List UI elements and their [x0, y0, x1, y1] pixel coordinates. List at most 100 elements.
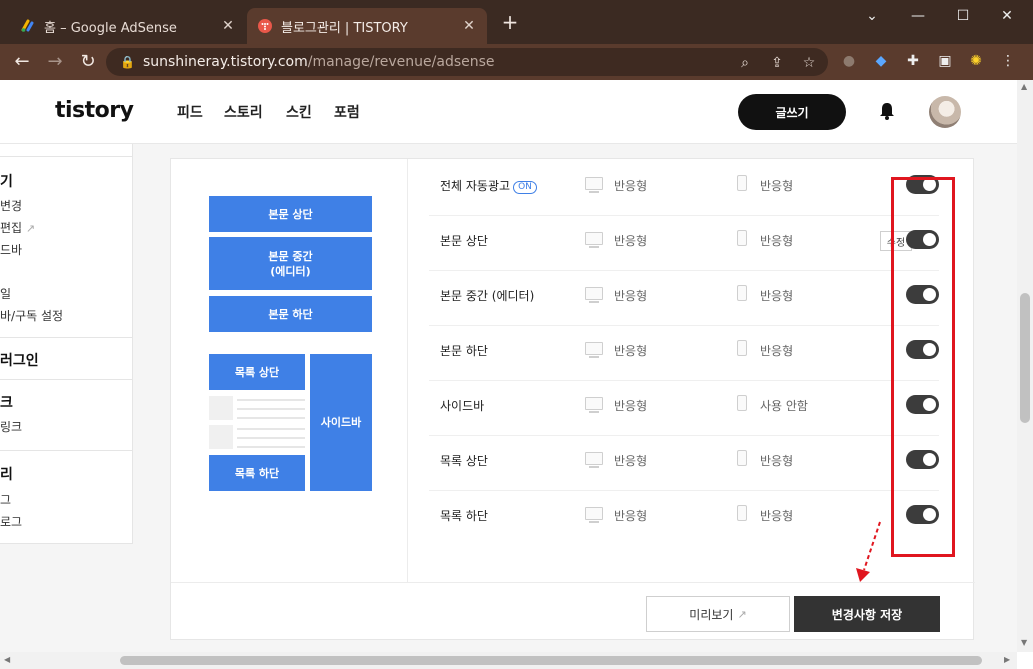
nav-feed[interactable]: 피드 [177, 102, 203, 122]
minimize-icon[interactable]: ⌄ [862, 6, 882, 26]
tistory-icon [258, 19, 272, 33]
placeholder-line [237, 417, 305, 419]
pc-ad-type[interactable]: 반응형 [614, 397, 647, 414]
pc-monitor-icon [585, 232, 603, 248]
placeholder-thumbnail [209, 425, 233, 449]
sidebar-item[interactable]: 그 [0, 491, 11, 508]
scroll-up-icon[interactable]: ▲ [1021, 82, 1027, 91]
mobile-ad-type[interactable]: 반응형 [760, 177, 793, 194]
sidebar-group-title[interactable]: 기 [0, 171, 13, 191]
ad-slot-row: 본문 중간 (에디터) 반응형 반응형 [429, 271, 939, 326]
user-avatar[interactable] [929, 96, 961, 128]
placeholder-line [237, 446, 305, 448]
preview-button[interactable]: 미리보기 ↗ [646, 596, 790, 632]
extension-diamond-icon[interactable]: ◆ [871, 51, 891, 71]
ad-slot-label: 목록 상단 [440, 454, 488, 468]
pc-monitor-icon [585, 177, 603, 193]
zoom-icon[interactable]: ⌕ [736, 54, 754, 72]
forward-icon[interactable]: → [44, 51, 66, 73]
notification-bell-icon[interactable] [876, 100, 898, 122]
pc-ad-type[interactable]: 반응형 [614, 507, 647, 524]
pc-ad-type[interactable]: 반응형 [614, 177, 647, 194]
nav-forum[interactable]: 포럼 [334, 102, 360, 122]
diagram-label: 본문 중간 [268, 249, 313, 263]
sidebar-group-title[interactable]: 러그인 [0, 350, 39, 370]
pc-monitor-icon [585, 507, 603, 523]
mobile-ad-type[interactable]: 반응형 [760, 452, 793, 469]
maximize-icon[interactable]: ☐ [953, 6, 973, 26]
mobile-phone-icon [737, 340, 747, 356]
scroll-down-icon[interactable]: ▼ [1021, 638, 1027, 647]
sidebar-item[interactable]: 링크 [0, 418, 22, 435]
mobile-ad-type[interactable]: 반응형 [760, 232, 793, 249]
panel-footer: 미리보기 ↗ 변경사항 저장 [171, 582, 975, 641]
placeholder-line [237, 437, 305, 439]
horizontal-scroll-thumb[interactable] [120, 656, 982, 665]
tab-title: 홈 – Google AdSense [44, 20, 177, 36]
nav-skin[interactable]: 스킨 [286, 102, 312, 122]
tab-close-icon[interactable]: ✕ [220, 18, 236, 34]
share-icon[interactable]: ⇪ [768, 54, 786, 72]
address-bar[interactable]: 🔒 sunshineray.tistory.com /manage/revenu… [106, 48, 828, 76]
sidebar-item[interactable]: 로그 [0, 513, 22, 530]
mobile-phone-icon [737, 395, 747, 411]
external-link-icon: ↗ [737, 607, 747, 621]
placeholder-line [237, 408, 305, 410]
sidebar-item[interactable]: 바/구독 설정 [0, 307, 63, 324]
sidebar-item[interactable]: 변경 [0, 197, 22, 214]
pc-ad-type[interactable]: 반응형 [614, 452, 647, 469]
pc-ad-type[interactable]: 반응형 [614, 232, 647, 249]
sidebar-item[interactable]: 편집 ↗ [0, 219, 35, 236]
ad-slot-row: 본문 상단 반응형 반응형 수정 [429, 216, 939, 271]
placeholder-line [237, 399, 305, 401]
save-changes-button[interactable]: 변경사항 저장 [794, 596, 940, 632]
pc-ad-type[interactable]: 반응형 [614, 287, 647, 304]
reload-icon[interactable]: ↻ [77, 51, 99, 73]
extension-mouse-icon[interactable]: ● [839, 51, 859, 71]
pc-ad-type[interactable]: 반응형 [614, 342, 647, 359]
bookmark-star-icon[interactable]: ☆ [800, 54, 818, 72]
write-post-button[interactable]: 글쓰기 [738, 94, 846, 130]
mobile-ad-type[interactable]: 반응형 [760, 507, 793, 524]
side-panel-icon[interactable]: ▣ [935, 51, 955, 71]
manage-sidebar: 기 변경 편집 ↗ 드바 일 바/구독 설정 러그인 크 링크 리 그 로그 [0, 144, 133, 544]
mobile-phone-icon [737, 175, 747, 191]
diagram-body-top: 본문 상단 [209, 196, 372, 232]
nav-story[interactable]: 스토리 [224, 102, 263, 122]
sidebar-group-title[interactable]: 크 [0, 392, 13, 412]
mobile-ad-type[interactable]: 반응형 [760, 287, 793, 304]
horizontal-scrollbar[interactable]: ◀ ▶ [0, 652, 1017, 669]
tab-close-icon[interactable]: ✕ [461, 18, 477, 34]
new-tab-button[interactable]: + [500, 12, 520, 32]
mobile-phone-icon [737, 230, 747, 246]
tab-adsense[interactable]: 홈 – Google AdSense ✕ [10, 8, 246, 44]
sidebar-group-manage: 리 그 로그 [0, 450, 133, 544]
mobile-ad-type[interactable]: 반응형 [760, 342, 793, 359]
diagram-label: (에디터) [270, 264, 311, 278]
ad-slot-row: 본문 하단 반응형 반응형 [429, 326, 939, 381]
browser-tab-bar: 홈 – Google AdSense ✕ 블로그관리 | TISTORY ✕ +… [0, 0, 1033, 44]
pc-monitor-icon [585, 397, 603, 413]
tistory-logo[interactable]: tistory [55, 98, 134, 123]
pc-monitor-icon [585, 452, 603, 468]
menu-icon[interactable]: ⋮ [998, 51, 1018, 71]
site-header: tistory 피드 스토리 스킨 포럼 글쓰기 [0, 80, 1017, 144]
scroll-left-icon[interactable]: ◀ [4, 655, 10, 664]
diagram-list-top: 목록 상단 [209, 354, 305, 390]
mobile-ad-type[interactable]: 사용 안함 [760, 397, 808, 414]
tab-tistory[interactable]: 블로그관리 | TISTORY ✕ [247, 8, 487, 44]
sidebar-item[interactable]: 일 [0, 285, 11, 302]
sidebar-item[interactable]: 드바 [0, 241, 22, 258]
on-badge: ON [513, 181, 537, 194]
sidebar-group-link: 크 링크 [0, 379, 133, 443]
restore-icon[interactable]: — [908, 6, 928, 26]
diagram-body-bottom: 본문 하단 [209, 296, 372, 332]
extensions-puzzle-icon[interactable]: ✚ [903, 51, 923, 71]
back-icon[interactable]: ← [11, 51, 33, 73]
profile-icon[interactable]: ✺ [966, 51, 986, 71]
sidebar-group-title[interactable]: 리 [0, 464, 13, 484]
vertical-scroll-thumb[interactable] [1020, 293, 1030, 423]
vertical-scrollbar[interactable]: ▲ ▼ [1017, 80, 1033, 652]
close-window-icon[interactable]: ✕ [997, 6, 1017, 26]
scroll-right-icon[interactable]: ▶ [1004, 655, 1010, 664]
